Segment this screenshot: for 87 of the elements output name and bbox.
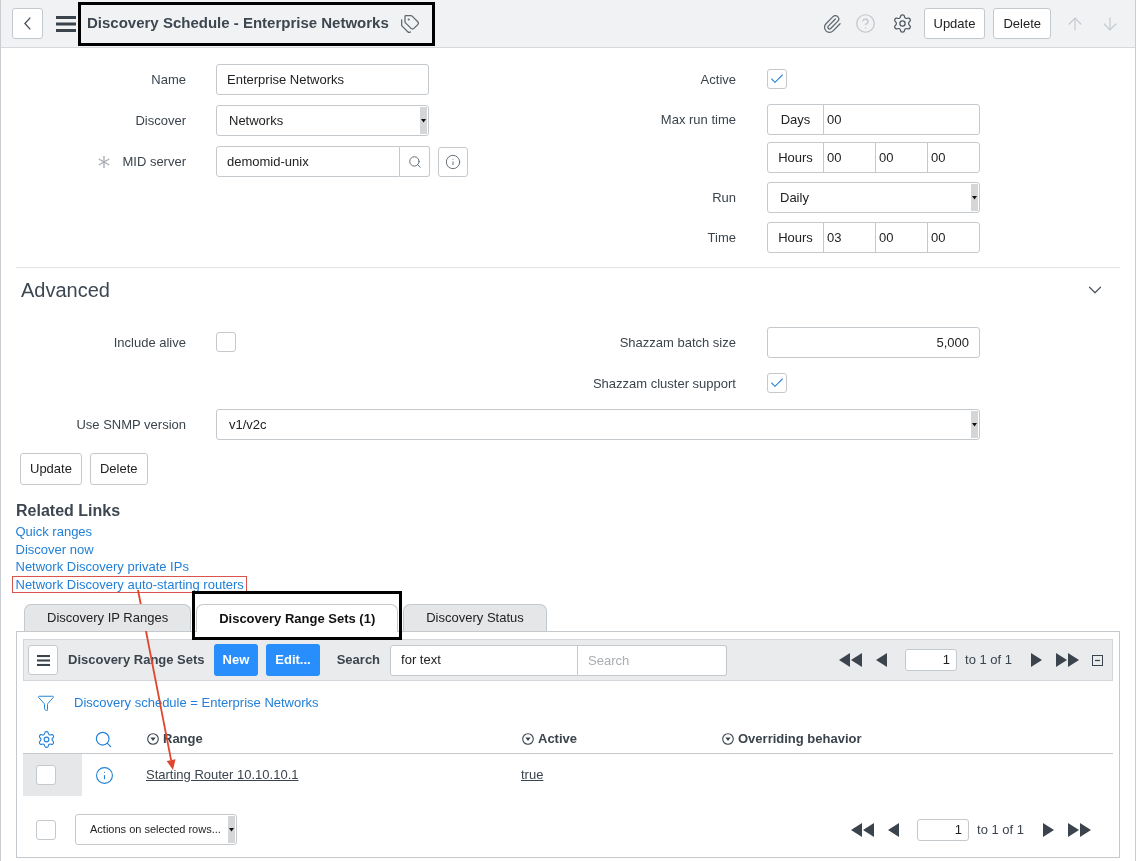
related-link[interactable]: Quick ranges bbox=[12, 523, 96, 541]
checkbox[interactable] bbox=[216, 332, 236, 352]
search-input[interactable]: Search bbox=[578, 644, 728, 676]
last-page-icon[interactable] bbox=[1056, 653, 1079, 667]
delete-button[interactable]: Delete bbox=[89, 453, 148, 485]
previous-page-icon[interactable] bbox=[876, 653, 887, 667]
first-page-icon[interactable] bbox=[851, 822, 874, 837]
number-field[interactable]: 03 bbox=[824, 223, 875, 252]
dropdown-caret-icon bbox=[420, 107, 427, 134]
column-header[interactable]: Active bbox=[538, 729, 578, 749]
number-field[interactable]: 00 bbox=[927, 223, 979, 252]
settings-icon[interactable] bbox=[37, 729, 56, 749]
column-header[interactable]: Overriding behavior bbox=[738, 729, 862, 749]
chevron-left-icon bbox=[24, 17, 31, 30]
number-field[interactable]: 00 bbox=[824, 143, 875, 172]
select-field[interactable]: Daily bbox=[767, 182, 980, 213]
menu-icon[interactable] bbox=[56, 15, 76, 32]
unit-label: Days bbox=[768, 105, 824, 134]
form-title: Discovery Schedule - Enterprise Networks bbox=[87, 13, 389, 34]
column-menu-icon[interactable] bbox=[147, 733, 159, 745]
select-field[interactable]: Networks bbox=[216, 105, 429, 136]
update-button[interactable]: Update bbox=[923, 8, 986, 39]
cell-link[interactable]: true bbox=[521, 765, 544, 785]
field-label: Shazzam batch size bbox=[619, 333, 736, 352]
checkbox[interactable] bbox=[36, 765, 56, 785]
checkbox[interactable] bbox=[767, 373, 787, 393]
text-field[interactable]: Enterprise Networks bbox=[216, 64, 429, 95]
tab[interactable]: Discovery IP Ranges bbox=[24, 604, 192, 631]
field-label: Run bbox=[712, 188, 736, 207]
related-link[interactable]: Discover now bbox=[12, 540, 98, 558]
number-field[interactable]: 00 bbox=[824, 105, 979, 134]
related-link[interactable]: Network Discovery private IPs bbox=[12, 558, 193, 576]
actions-select[interactable]: Actions on selected rows... bbox=[75, 814, 237, 845]
field-label: Include alive bbox=[113, 333, 186, 352]
search-icon bbox=[407, 154, 422, 169]
last-page-icon[interactable] bbox=[1068, 822, 1091, 837]
list-menu-button[interactable] bbox=[28, 645, 58, 675]
info-icon[interactable] bbox=[95, 765, 114, 785]
field-label: Shazzam cluster support bbox=[592, 374, 736, 393]
next-page-icon[interactable] bbox=[1031, 653, 1042, 667]
filter-icon[interactable] bbox=[37, 693, 55, 713]
checkbox[interactable] bbox=[767, 69, 787, 89]
dropdown-caret-icon bbox=[228, 816, 235, 843]
field-label: Name bbox=[151, 70, 186, 89]
first-page-icon[interactable] bbox=[839, 653, 862, 667]
dropdown-caret-icon bbox=[971, 411, 978, 438]
page-count: to 1 of 1 bbox=[977, 820, 1024, 839]
info-button[interactable] bbox=[438, 146, 468, 177]
section-title: Advanced bbox=[21, 278, 110, 303]
update-button[interactable]: Update bbox=[20, 453, 82, 485]
field-label: Max run time bbox=[660, 110, 736, 129]
paperclip-icon[interactable] bbox=[821, 13, 842, 34]
dropdown-caret-icon bbox=[971, 184, 978, 211]
field-label: Time bbox=[707, 228, 736, 247]
menu-icon bbox=[36, 654, 50, 666]
field-label: Active bbox=[700, 70, 736, 89]
field-label: MID server bbox=[122, 152, 186, 171]
related-links-heading: Related Links bbox=[16, 501, 121, 521]
number-field[interactable]: 5,000 bbox=[767, 327, 980, 358]
checkbox[interactable] bbox=[36, 819, 56, 840]
settings-icon[interactable] bbox=[891, 13, 913, 34]
field-label: Use SNMP version bbox=[76, 415, 186, 434]
text-field[interactable]: demomid-unix bbox=[216, 146, 400, 177]
unit-label: Hours bbox=[768, 143, 824, 172]
field-label: Discover bbox=[135, 111, 186, 130]
column-menu-icon[interactable] bbox=[522, 733, 534, 745]
tags-icon[interactable] bbox=[399, 13, 420, 34]
collapse-icon[interactable] bbox=[1092, 654, 1103, 666]
page-number-field[interactable]: 1 bbox=[905, 649, 957, 671]
page-number-field[interactable]: 1 bbox=[917, 818, 969, 841]
info-icon bbox=[445, 153, 461, 170]
cell-link[interactable]: Starting Router 10.10.10.1 bbox=[146, 765, 299, 785]
tab[interactable]: Discovery Status bbox=[403, 604, 547, 631]
previous-page-icon[interactable] bbox=[888, 822, 899, 837]
number-field[interactable]: 00 bbox=[927, 143, 979, 172]
delete-button[interactable]: Delete bbox=[993, 8, 1051, 39]
next-page-icon[interactable] bbox=[1043, 822, 1054, 837]
number-field[interactable]: 00 bbox=[875, 223, 927, 252]
column-menu-icon[interactable] bbox=[722, 733, 734, 745]
search-label: Search bbox=[336, 651, 381, 670]
search-scope-field[interactable]: for text bbox=[390, 644, 579, 676]
number-field[interactable]: 00 bbox=[875, 143, 927, 172]
select-field[interactable]: v1/v2c bbox=[216, 409, 980, 440]
related-link[interactable]: Network Discovery auto-starting routers bbox=[12, 575, 248, 593]
unit-label: Hours bbox=[768, 223, 824, 252]
search-icon[interactable] bbox=[94, 729, 113, 749]
page-count: to 1 of 1 bbox=[965, 651, 1012, 670]
